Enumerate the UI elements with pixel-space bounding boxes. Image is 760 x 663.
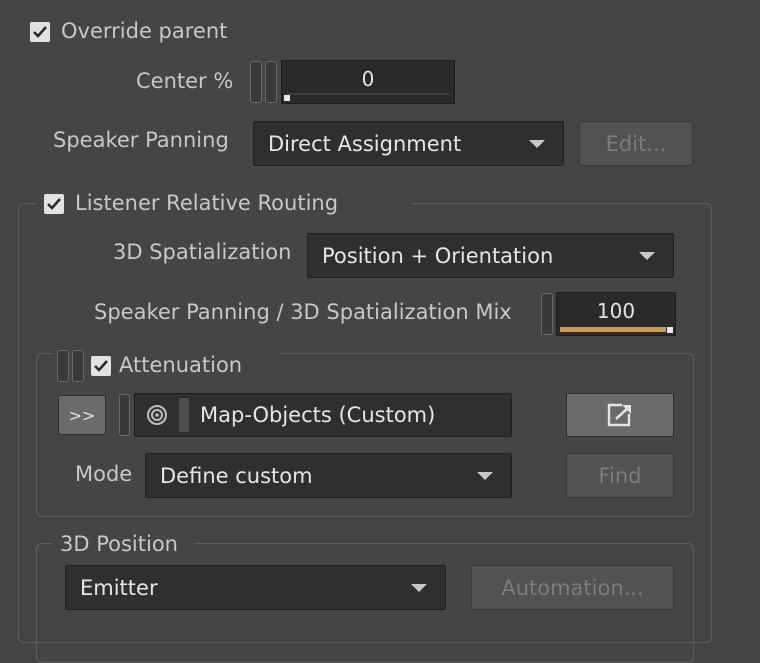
mix-link-toggle[interactable] [541, 293, 553, 335]
edit-button[interactable]: Edit... [579, 121, 693, 166]
open-external-icon [607, 403, 631, 427]
listener-routing-label: Listener Relative Routing [75, 191, 339, 215]
attenuation-label: Attenuation [119, 353, 243, 377]
center-label: Center % [136, 69, 234, 93]
attenuation-object-link[interactable] [119, 394, 130, 436]
open-external-button[interactable] [566, 393, 674, 437]
attenuation-link-toggle[interactable] [57, 350, 69, 382]
checkmark-icon [33, 26, 47, 38]
mode-value: Define custom [160, 463, 313, 488]
automation-button[interactable]: Automation... [471, 565, 674, 610]
attenuation-object-field[interactable]: Map-Objects (Custom) [134, 393, 512, 437]
color-swatch [179, 398, 189, 432]
find-button[interactable]: Find [566, 453, 674, 498]
expand-button[interactable]: >> [58, 395, 106, 435]
spatialization-dropdown[interactable]: Position + Orientation [307, 233, 674, 278]
checkmark-icon [94, 360, 108, 372]
speaker-panning-label: Speaker Panning [53, 128, 229, 152]
spatialization-value: Position + Orientation [322, 243, 554, 268]
speaker-panning-value: Direct Assignment [268, 131, 462, 156]
center-percent-input[interactable]: 0 [281, 60, 455, 104]
mode-label: Mode [75, 462, 133, 486]
override-parent-label: Override parent [61, 19, 228, 43]
chevron-down-icon [477, 471, 493, 480]
listener-routing-checkbox[interactable] [44, 194, 64, 214]
speaker-panning-dropdown[interactable]: Direct Assignment [253, 121, 564, 166]
attenuation-rtpc-toggle[interactable] [72, 350, 84, 382]
chevron-down-icon [639, 251, 655, 260]
spatialization-label: 3D Spatialization [113, 240, 292, 264]
attenuation-checkbox[interactable] [91, 356, 111, 376]
chevron-down-icon [529, 139, 545, 148]
mode-dropdown[interactable]: Define custom [145, 453, 512, 498]
chevron-down-icon [411, 583, 427, 592]
center-value: 0 [361, 67, 375, 91]
position-3d-value: Emitter [80, 575, 158, 600]
position-3d-dropdown[interactable]: Emitter [65, 565, 446, 610]
center-rtpc-toggle[interactable] [265, 61, 277, 103]
center-slider-track [286, 93, 450, 95]
mix-slider-handle[interactable] [667, 327, 673, 333]
checkmark-icon [47, 198, 61, 210]
center-slider-handle[interactable] [284, 95, 290, 101]
position-3d-label: 3D Position [60, 532, 178, 556]
attenuation-object-name: Map-Objects (Custom) [200, 403, 436, 427]
mix-slider-fill [560, 327, 666, 332]
override-parent-checkbox[interactable] [30, 22, 50, 42]
mix-label: Speaker Panning / 3D Spatialization Mix [94, 300, 512, 324]
center-link-toggle[interactable] [250, 61, 262, 103]
mix-input[interactable]: 100 [556, 292, 676, 336]
attenuation-icon [147, 405, 167, 425]
